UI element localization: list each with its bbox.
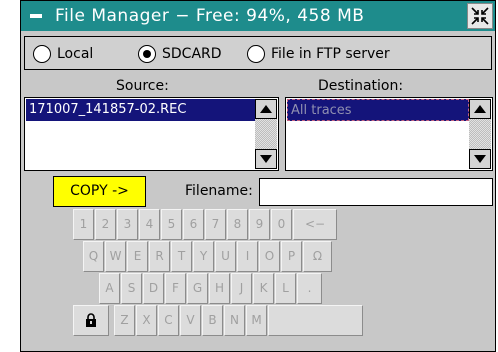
key-x[interactable]: X	[136, 305, 157, 336]
radio-ftp-label: File in FTP server	[271, 46, 390, 62]
padlock-icon[interactable]	[73, 305, 109, 336]
key-0[interactable]: 0	[271, 209, 292, 240]
scroll-down-button[interactable]	[469, 149, 491, 169]
key-h[interactable]: H	[209, 273, 230, 304]
key-2[interactable]: 2	[95, 209, 116, 240]
key-e[interactable]: E	[127, 241, 148, 272]
source-scrollbar[interactable]	[255, 99, 277, 169]
key-6[interactable]: 6	[183, 209, 204, 240]
destination-list-item[interactable]: All traces	[287, 99, 469, 121]
destination-scrollbar[interactable]	[469, 99, 491, 169]
space-key[interactable]	[268, 305, 363, 336]
key-1[interactable]: 1	[73, 209, 94, 240]
collapse-arrows-icon[interactable]	[467, 3, 493, 29]
key-a[interactable]: A	[99, 273, 120, 304]
radio-sdcard[interactable]: SDCARD	[138, 44, 222, 64]
destination-label: Destination:	[318, 78, 404, 94]
radio-local-label: Local	[57, 46, 94, 62]
key-7[interactable]: 7	[205, 209, 226, 240]
copy-button[interactable]: COPY ->	[53, 176, 146, 207]
window-menu-icon[interactable]	[30, 14, 42, 18]
key-backspace[interactable]: <−	[293, 209, 337, 240]
key-q[interactable]: Q	[83, 241, 104, 272]
key-w[interactable]: W	[105, 241, 126, 272]
arrow-down-icon	[260, 155, 272, 163]
key-j[interactable]: J	[231, 273, 252, 304]
arrow-down-icon	[474, 155, 486, 163]
filename-label: Filename:	[185, 183, 253, 199]
scroll-up-button[interactable]	[469, 99, 491, 119]
key-z[interactable]: Z	[114, 305, 135, 336]
radio-selected-icon	[138, 45, 156, 63]
key-i[interactable]: I	[237, 241, 258, 272]
key-s[interactable]: S	[121, 273, 142, 304]
key-9[interactable]: 9	[249, 209, 270, 240]
key-k[interactable]: K	[253, 273, 274, 304]
arrow-up-icon	[474, 105, 486, 113]
file-manager-window: File Manager − Free: 94%, 458 MB Local S…	[20, 0, 496, 352]
key-r[interactable]: R	[149, 241, 170, 272]
radio-icon	[247, 45, 265, 63]
key-t[interactable]: T	[171, 241, 192, 272]
key-y[interactable]: Y	[193, 241, 214, 272]
key-8[interactable]: 8	[227, 209, 248, 240]
key-u[interactable]: U	[215, 241, 236, 272]
radio-local[interactable]: Local	[33, 44, 93, 64]
key-5[interactable]: 5	[161, 209, 182, 240]
key-b[interactable]: B	[202, 305, 223, 336]
key-f[interactable]: F	[165, 273, 186, 304]
key-c[interactable]: C	[158, 305, 179, 336]
key-v[interactable]: V	[180, 305, 201, 336]
key-4[interactable]: 4	[139, 209, 160, 240]
scroll-up-button[interactable]	[255, 99, 277, 119]
key-period[interactable]: .	[297, 273, 322, 304]
source-list-item[interactable]: 171007_141857-02.REC	[26, 99, 255, 121]
source-label: Source:	[116, 78, 169, 94]
radio-sdcard-label: SDCARD	[162, 46, 222, 62]
key-p[interactable]: P	[281, 241, 302, 272]
title-bar: File Manager − Free: 94%, 458 MB	[21, 1, 495, 31]
scroll-down-button[interactable]	[255, 149, 277, 169]
key-l[interactable]: L	[275, 273, 296, 304]
source-list[interactable]: 171007_141857-02.REC	[24, 97, 279, 171]
radio-icon	[33, 45, 51, 63]
arrow-up-icon	[260, 105, 272, 113]
radio-ftp[interactable]: File in FTP server	[247, 44, 390, 64]
window-title: File Manager − Free: 94%, 458 MB	[55, 6, 365, 26]
key-m[interactable]: M	[246, 305, 267, 336]
filename-input[interactable]	[259, 178, 493, 206]
key-d[interactable]: D	[143, 273, 164, 304]
destination-list[interactable]: All traces	[285, 97, 493, 171]
key-g[interactable]: G	[187, 273, 208, 304]
key-3[interactable]: 3	[117, 209, 138, 240]
key-n[interactable]: N	[224, 305, 245, 336]
source-type-selector: Local SDCARD File in FTP server	[24, 36, 492, 70]
key-o[interactable]: O	[259, 241, 280, 272]
key-ω[interactable]: Ω	[303, 241, 332, 272]
